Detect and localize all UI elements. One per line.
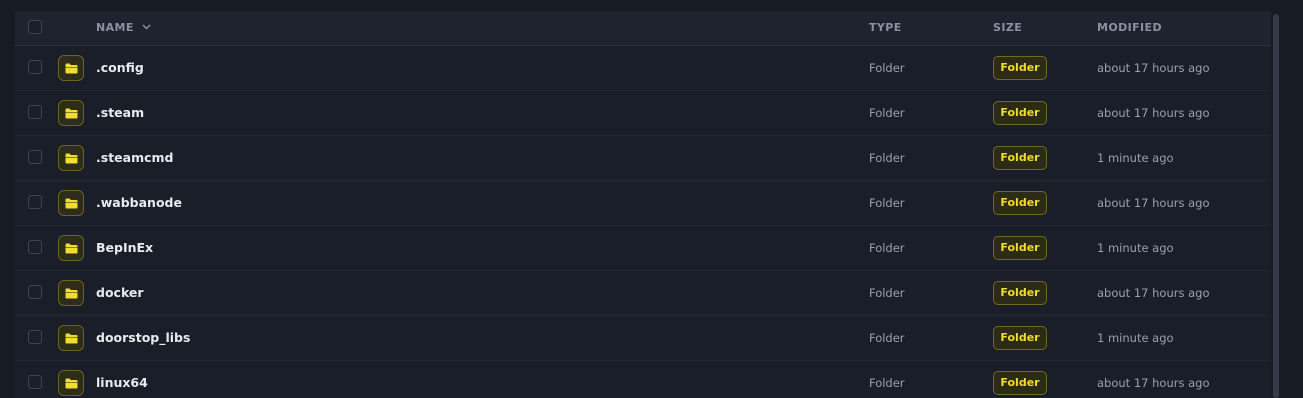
select-all-checkbox[interactable] [28, 20, 42, 34]
file-modified: about 17 hours ago [1097, 196, 1210, 210]
file-modified: about 17 hours ago [1097, 376, 1210, 390]
file-type: Folder [869, 331, 905, 345]
size-badge: Folder [993, 236, 1047, 260]
row-checkbox[interactable] [28, 330, 42, 344]
vertical-scrollbar[interactable] [1273, 14, 1279, 398]
column-header-name-label: NAME [96, 21, 134, 34]
table-row[interactable]: doorstop_libs Folder Folder 1 minute ago [15, 316, 1271, 361]
size-badge: Folder [993, 101, 1047, 125]
folder-icon [58, 100, 84, 126]
file-name[interactable]: doorstop_libs [96, 316, 190, 360]
folder-icon [58, 325, 84, 351]
file-type: Folder [869, 61, 905, 75]
file-modified: 1 minute ago [1097, 331, 1174, 345]
row-checkbox[interactable] [28, 195, 42, 209]
column-header-name[interactable]: NAME [96, 11, 151, 45]
file-name[interactable]: docker [96, 271, 144, 315]
folder-icon [58, 280, 84, 306]
file-name[interactable]: .config [96, 46, 144, 90]
size-badge: Folder [993, 371, 1047, 395]
table-row[interactable]: .wabbanode Folder Folder about 17 hours … [15, 181, 1271, 226]
row-checkbox[interactable] [28, 285, 42, 299]
column-header-size[interactable]: SIZE [993, 11, 1022, 45]
file-name[interactable]: .steam [96, 91, 144, 135]
table-row[interactable]: .steam Folder Folder about 17 hours ago [15, 91, 1271, 136]
file-modified: about 17 hours ago [1097, 106, 1210, 120]
file-name[interactable]: .wabbanode [96, 181, 182, 225]
file-type: Folder [869, 106, 905, 120]
table-row[interactable]: linux64 Folder Folder about 17 hours ago [15, 361, 1271, 398]
folder-icon [58, 145, 84, 171]
chevron-down-icon [142, 10, 151, 44]
column-header-modified[interactable]: MODIFIED [1097, 11, 1162, 45]
size-badge: Folder [993, 326, 1047, 350]
row-checkbox[interactable] [28, 60, 42, 74]
file-name[interactable]: BepInEx [96, 226, 153, 270]
folder-icon [58, 235, 84, 261]
file-manager: NAME TYPE SIZE MODIFIED .config Folder F… [0, 0, 1303, 398]
file-table: NAME TYPE SIZE MODIFIED .config Folder F… [15, 11, 1271, 398]
folder-icon [58, 370, 84, 396]
file-type: Folder [869, 286, 905, 300]
file-modified: 1 minute ago [1097, 151, 1174, 165]
column-header-type[interactable]: TYPE [869, 11, 902, 45]
file-type: Folder [869, 196, 905, 210]
row-checkbox[interactable] [28, 240, 42, 254]
folder-icon [58, 190, 84, 216]
size-badge: Folder [993, 281, 1047, 305]
file-modified: 1 minute ago [1097, 241, 1174, 255]
table-row[interactable]: .steamcmd Folder Folder 1 minute ago [15, 136, 1271, 181]
size-badge: Folder [993, 191, 1047, 215]
file-name[interactable]: .steamcmd [96, 136, 173, 180]
table-header: NAME TYPE SIZE MODIFIED [15, 11, 1271, 46]
file-modified: about 17 hours ago [1097, 286, 1210, 300]
file-type: Folder [869, 241, 905, 255]
file-modified: about 17 hours ago [1097, 61, 1210, 75]
table-row[interactable]: BepInEx Folder Folder 1 minute ago [15, 226, 1271, 271]
table-row[interactable]: .config Folder Folder about 17 hours ago [15, 46, 1271, 91]
folder-icon [58, 55, 84, 81]
file-type: Folder [869, 151, 905, 165]
file-name[interactable]: linux64 [96, 361, 148, 398]
file-type: Folder [869, 376, 905, 390]
table-row[interactable]: docker Folder Folder about 17 hours ago [15, 271, 1271, 316]
size-badge: Folder [993, 146, 1047, 170]
row-checkbox[interactable] [28, 105, 42, 119]
row-checkbox[interactable] [28, 150, 42, 164]
size-badge: Folder [993, 56, 1047, 80]
row-checkbox[interactable] [28, 375, 42, 389]
